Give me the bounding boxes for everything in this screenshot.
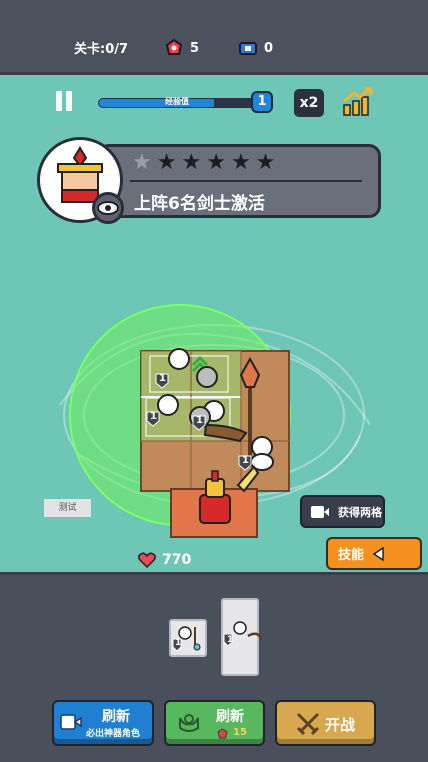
level-badge: 1 xyxy=(251,91,273,113)
pause-button[interactable] xyxy=(54,91,76,113)
hp-display: 770 xyxy=(138,552,191,568)
mission-star-icon: ★ xyxy=(181,150,202,175)
stats-chart-icon[interactable] xyxy=(341,87,375,117)
start-battle-label: 开战 xyxy=(325,716,356,734)
mission-panel: ★ ★ ★ ★ ★ ★ 上阵6名剑士激活 xyxy=(97,144,381,218)
exp-label: 经验值 xyxy=(165,97,189,106)
hp-value: 770 xyxy=(162,552,192,568)
ticket-counter: 0 xyxy=(238,38,273,58)
card-level: 1 xyxy=(227,635,234,645)
card-level: 1 xyxy=(175,638,182,648)
refresh-artifact-sub: 必出神器角色 xyxy=(86,729,141,739)
bench-card-selected[interactable]: 1 xyxy=(221,598,262,676)
gem-counter: 5 xyxy=(164,38,199,58)
ticket-count: 0 xyxy=(264,40,274,56)
crossed-swords-icon xyxy=(296,712,320,736)
heart-icon xyxy=(138,552,156,568)
unit-level: 1 xyxy=(159,373,166,384)
mission-description: 上阵6名剑士激活 xyxy=(134,194,265,214)
mission-star-icon: ★ xyxy=(156,150,177,175)
get-grid-label: 获得两格 xyxy=(338,505,382,519)
mission-star-icon: ★ xyxy=(206,150,226,175)
arrow-left-icon xyxy=(372,546,384,561)
pause-icon xyxy=(56,91,62,111)
stage-progress: 关卡:0/7 xyxy=(74,38,128,57)
video-camera-icon xyxy=(311,505,329,518)
red-gem-icon xyxy=(165,38,183,55)
stage-progress-label: 关卡:0/7 xyxy=(74,42,129,57)
battle-arena: 1 1 1 1 经验值 1 x2 ★ ★ ★ ★ ★ ★ 上阵6名剑士激活 测试… xyxy=(0,72,428,575)
skill-label: 技能 xyxy=(338,548,365,563)
mission-star-icon: ★ xyxy=(255,150,276,175)
refresh-artifact-button[interactable]: 刷新 必出神器角色 xyxy=(52,700,154,746)
gem-icon xyxy=(217,728,228,739)
unit-level: 1 xyxy=(150,411,157,422)
ticket-icon xyxy=(239,42,257,55)
angel-icon xyxy=(179,714,199,732)
skill-button[interactable]: 技能 xyxy=(326,537,422,570)
video-camera-icon xyxy=(60,714,82,730)
mission-star-icon: ★ xyxy=(230,150,251,175)
bottom-panel: 1 1 刷新 必出神器角色 刷新 15 开战 xyxy=(0,578,428,762)
top-bar: 关卡:0/7 5 0 xyxy=(0,0,428,72)
refresh-cost: 15 xyxy=(233,727,247,738)
view-button[interactable] xyxy=(92,192,124,224)
mission-star-icon: ★ xyxy=(132,150,152,175)
unit-level: 1 xyxy=(196,415,203,426)
refresh-title: 刷新 xyxy=(216,709,244,725)
test-button[interactable]: 测试 xyxy=(44,499,91,517)
gem-count: 5 xyxy=(190,40,200,56)
whip-unit-icon xyxy=(223,621,262,647)
speed-x2-button[interactable]: x2 xyxy=(294,89,324,117)
speed-label: x2 xyxy=(299,95,319,111)
unit-level: 1 xyxy=(242,455,249,466)
mission-stars: ★ ★ ★ ★ ★ ★ xyxy=(132,152,275,174)
bench-card[interactable]: 1 xyxy=(169,619,207,657)
eye-icon xyxy=(97,201,119,215)
start-battle-button[interactable]: 开战 xyxy=(275,700,376,746)
refresh-artifact-title: 刷新 xyxy=(102,709,130,725)
get-two-grids-button[interactable]: 获得两格 xyxy=(300,495,385,528)
refresh-button[interactable]: 刷新 15 xyxy=(164,700,265,746)
